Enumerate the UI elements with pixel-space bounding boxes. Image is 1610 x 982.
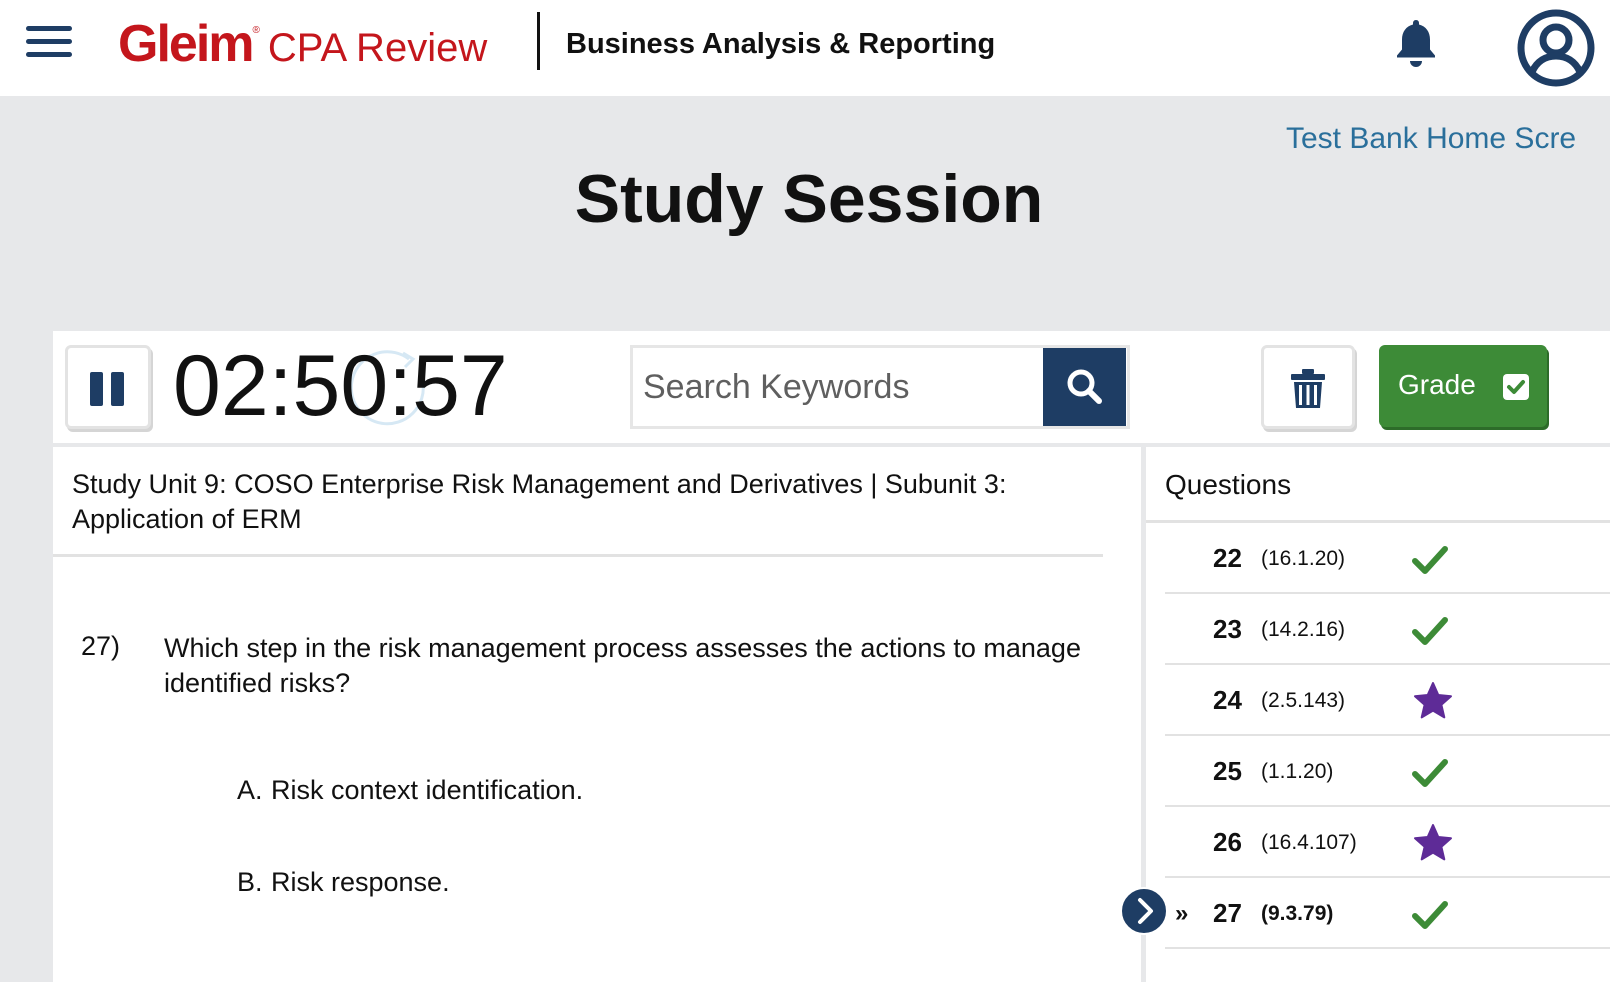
logo-product: CPA Review [267,26,488,70]
header-divider [537,12,540,70]
question-list-item[interactable]: 23 (14.2.16) [1165,594,1610,665]
user-circle-icon[interactable] [1516,8,1596,88]
checkmark-icon [1412,901,1448,929]
hamburger-menu-icon[interactable] [26,24,74,60]
divider [53,554,1103,557]
search-input[interactable] [643,348,1043,426]
delete-button[interactable] [1261,345,1355,429]
question-list-reference: (16.4.107) [1261,831,1357,854]
bell-icon[interactable] [1394,18,1438,68]
page-title: Study Session [574,161,1044,237]
question-list-item[interactable]: 25 (1.1.20) [1165,736,1610,807]
star-icon [1414,682,1452,719]
trash-icon [1291,369,1325,408]
pause-button[interactable] [65,345,151,429]
course-title: Business Analysis & Reporting [566,28,996,60]
checkmark-icon [1412,546,1448,574]
question-list-reference: (9.3.79) [1261,902,1334,925]
answer-text: Risk context identification. [271,775,584,805]
grade-button-label: Grade [1398,369,1476,400]
grade-button[interactable]: Grade [1379,345,1547,427]
checkmark-icon [1412,759,1448,787]
question-list-number: 25 [1213,756,1242,786]
next-arrow-button[interactable] [1120,887,1168,935]
question-list-reference: (16.1.20) [1261,547,1346,570]
test-bank-home-link[interactable]: Test Bank Home Scre [1286,122,1576,156]
questions-panel: Questions 22 (16.1.20) 23 (14.2.16) 24 (2.5.1… [1146,447,1610,982]
search-icon [1067,369,1102,404]
question-list-reference: (1.1.20) [1261,760,1334,783]
session-toolbar: 02:50:57 Grade [53,331,1610,443]
question-list-number: 23 [1213,614,1242,644]
answer-letter: B. [237,867,263,897]
answer-option-a[interactable]: A. Risk context identification. [237,775,583,806]
answer-letter: A. [237,775,263,805]
question-list-number: 27 [1213,898,1242,928]
answer-option-b[interactable]: B. Risk response. [237,867,450,898]
top-header: Gleim ® CPA Review Business Analysis & R… [0,0,1610,96]
question-list-reference: (14.2.16) [1261,618,1346,641]
question-list-reference: (2.5.143) [1261,689,1346,712]
logo-registered-mark: ® [252,25,260,36]
question-list-item[interactable]: 24 (2.5.143) [1165,665,1610,736]
question-list-item[interactable]: » 27 (9.3.79) [1165,878,1610,949]
gleim-cpa-review-logo[interactable]: Gleim ® CPA Review [118,14,487,74]
timer-value: 02:50:57 [173,338,508,434]
chevron-right-icon [1138,898,1153,924]
search-button[interactable] [1043,348,1126,426]
question-number: 27) [81,631,121,661]
question-list-number: 22 [1213,543,1242,573]
pause-icon [90,372,103,406]
question-panel: Study Unit 9: COSO Enterprise Risk Manag… [53,447,1141,982]
checkbox-checked-icon [1503,374,1529,400]
question-text: Which step in the risk management proces… [164,633,1081,698]
answer-text: Risk response. [271,867,450,897]
study-unit-title: Study Unit 9: COSO Enterprise Risk Manag… [72,469,1007,534]
star-icon [1414,824,1452,861]
question-list-number: 24 [1213,685,1242,715]
current-question-marker: » [1175,900,1189,927]
question-list-item[interactable]: 26 (16.4.107) [1165,807,1610,878]
questions-panel-title: Questions [1165,469,1292,500]
session-timer: 02:50:57 [173,337,533,437]
logo-brand: Gleim [118,15,254,73]
checkmark-icon [1412,617,1448,645]
question-list-number: 26 [1213,827,1242,857]
question-list-item[interactable]: 22 (16.1.20) [1165,523,1610,594]
